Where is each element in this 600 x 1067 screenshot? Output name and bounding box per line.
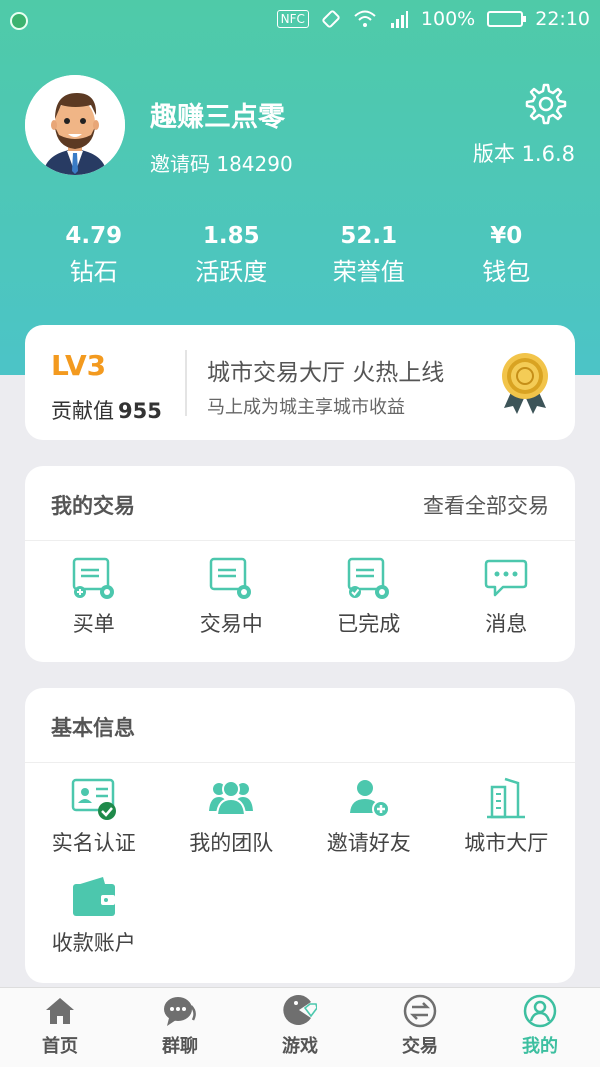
level-card[interactable]: LV3 贡献值 955 城市交易大厅 火热上线 马上成为城主享城市收益 [25,325,575,440]
stat-value: ¥0 [490,223,523,249]
level-badge: LV3 [51,349,107,382]
wifi-icon [354,10,376,27]
trade-item-label: 买单 [72,612,115,636]
stat-label: 钻石 [69,258,118,286]
completed-icon [347,557,389,599]
tab-label: 群聊 [162,1036,198,1057]
trade-grid: 买单 交易中 已完成 消息 [25,556,575,656]
stat-activity[interactable]: 1.85 活跃度 [163,220,301,292]
trade-item-messages[interactable]: 消息 [438,556,576,656]
view-all-trades-link[interactable]: 查看全部交易 [423,490,549,520]
tab-label: 首页 [42,1036,78,1057]
settings-gear-icon[interactable] [525,83,567,125]
basic-info-header: 基本信息 [25,688,575,763]
info-item-label: 收款账户 [51,931,136,955]
clock: 22:10 [535,8,590,30]
invite-code-label: 邀请码 [150,152,210,176]
username: 趣赚三点零 [150,102,285,133]
stats-row: 4.79 钻石 1.85 活跃度 52.1 荣誉值 ¥0 钱包 [25,220,575,292]
signal-icon [390,11,408,28]
info-item-city-hall[interactable]: 城市大厅 [438,775,576,875]
stat-label: 活跃度 [195,258,268,286]
trading-icon [210,557,252,599]
promo-title: 城市交易大厅 火热上线 [207,360,445,386]
info-item-team[interactable]: 我的团队 [163,775,301,875]
tab-group-chat[interactable]: 群聊 [120,988,240,1067]
medal-icon [502,353,548,414]
stat-label: 钱包 [482,258,531,286]
info-grid: 实名认证 我的团队 邀请好友 城市大厅 收款账户 [25,775,575,975]
info-item-verification[interactable]: 实名认证 [25,775,163,875]
game-icon [283,995,317,1025]
header-background [0,0,600,375]
add-friend-icon [349,780,390,818]
invite-code-value: 184290 [216,152,293,176]
tab-home[interactable]: 首页 [0,988,120,1067]
stat-value: 1.85 [202,223,260,249]
stat-label: 荣誉值 [332,258,405,286]
divider [185,350,187,416]
contribution-value: 955 [118,399,162,423]
battery-icon [487,11,527,27]
promo-subtitle: 马上成为城主享城市收益 [207,397,405,418]
info-item-label: 城市大厅 [464,831,549,855]
wallet-icon [72,877,115,916]
section-title: 我的交易 [51,494,135,518]
bottom-tab-bar: 首页 群聊 游戏 交易 我的 [0,987,600,1067]
trade-item-label: 已完成 [337,612,401,636]
profile-icon [523,994,557,1028]
info-item-invite[interactable]: 邀请好友 [300,775,438,875]
trade-item-completed[interactable]: 已完成 [300,556,438,656]
tab-trade[interactable]: 交易 [360,988,480,1067]
contribution-label: 贡献值 [51,399,114,423]
basic-info-card: 基本信息 实名认证 我的团队 邀请好友 城市大厅 收款账户 [25,688,575,983]
tab-label: 我的 [522,1036,558,1057]
exchange-icon [403,994,437,1028]
stat-honor[interactable]: 52.1 荣誉值 [300,220,438,292]
invite-code: 邀请码 184290 [150,148,293,177]
info-item-label: 实名认证 [51,831,136,855]
team-icon [209,780,254,816]
city-building-icon [487,777,526,819]
trade-item-trading[interactable]: 交易中 [163,556,301,656]
buy-order-icon [72,557,114,599]
info-item-label: 邀请好友 [326,831,411,855]
tab-label: 交易 [402,1036,438,1057]
battery-percent: 100% [420,8,476,30]
status-bar: NFC 100% 22:10 [0,0,600,42]
trade-item-label: 交易中 [199,612,263,636]
tab-mine[interactable]: 我的 [480,988,600,1067]
info-item-label: 我的团队 [189,831,274,855]
notification-dot-icon [10,12,28,30]
my-trades-header: 我的交易 查看全部交易 [25,466,575,541]
contribution: 贡献值 955 [51,395,162,425]
info-item-payment-account[interactable]: 收款账户 [25,875,163,975]
message-icon [485,559,528,597]
stat-wallet[interactable]: ¥0 钱包 [438,220,576,292]
trade-item-label: 消息 [485,612,528,636]
stat-value: 4.79 [65,223,123,249]
profile-header: 趣赚三点零 邀请码 184290 版本 1.6.8 [25,75,575,177]
tab-game[interactable]: 游戏 [240,988,360,1067]
my-trades-card: 我的交易 查看全部交易 买单 交易中 已完成 消息 [25,466,575,662]
section-title: 基本信息 [51,716,135,740]
app-version: 版本 1.6.8 [472,142,575,166]
vibrate-icon [322,10,340,28]
stat-value: 52.1 [340,223,398,249]
trade-item-buy[interactable]: 买单 [25,556,163,656]
avatar[interactable] [25,75,125,175]
stat-diamond[interactable]: 4.79 钻石 [25,220,163,292]
chat-icon [164,997,196,1026]
home-icon [46,998,74,1024]
tab-label: 游戏 [282,1036,318,1057]
id-verified-icon [71,778,116,820]
nfc-indicator: NFC [276,10,309,28]
